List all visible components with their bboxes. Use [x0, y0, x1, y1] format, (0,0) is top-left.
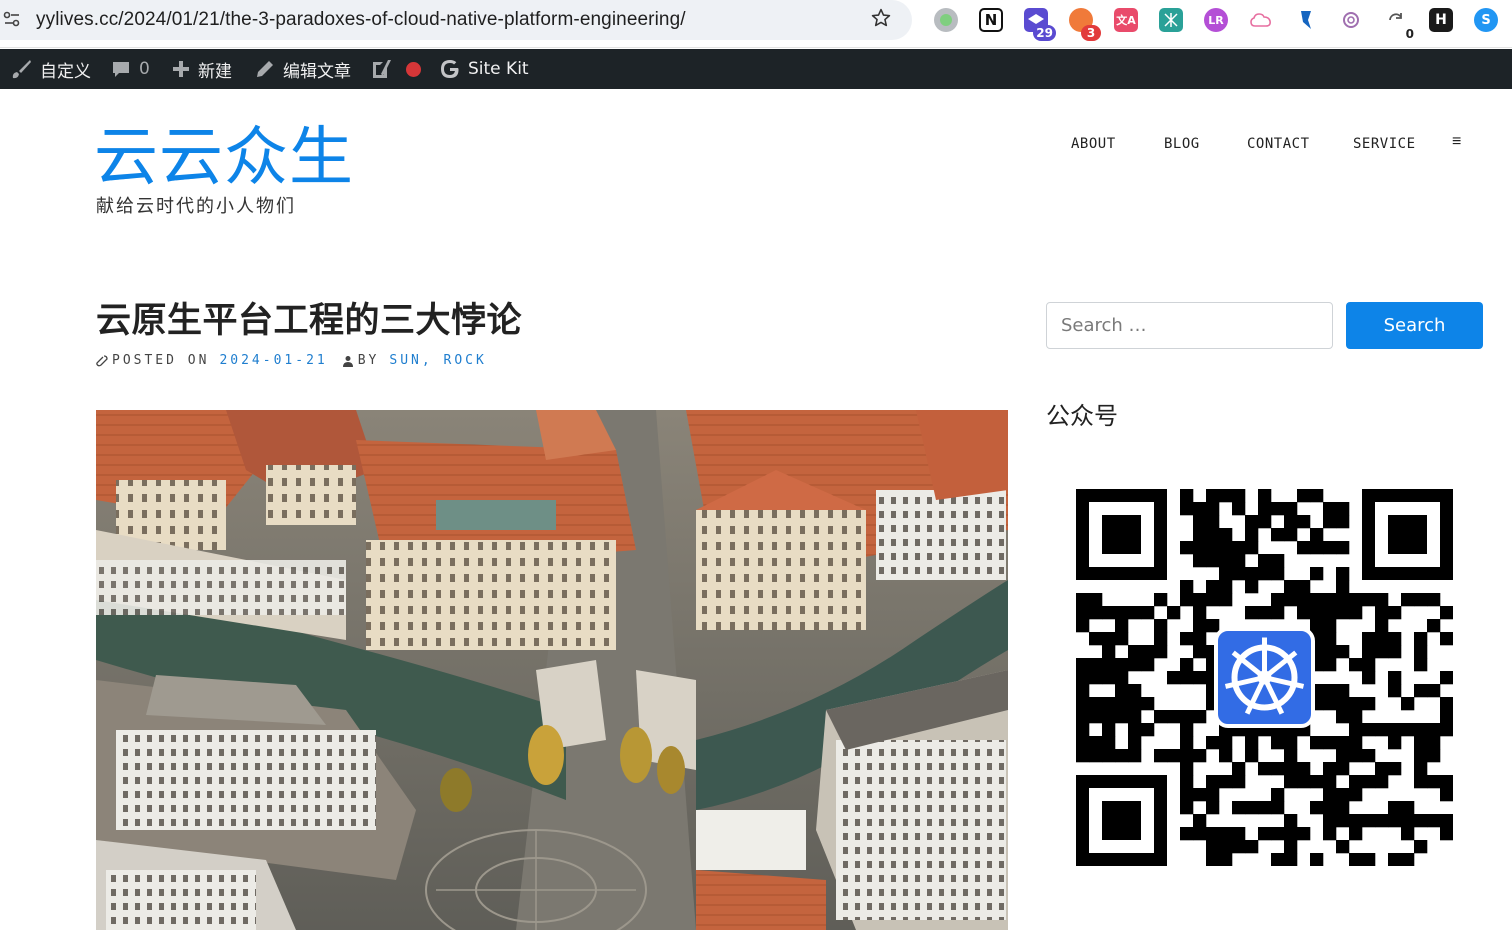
new-label: 新建 [198, 61, 232, 82]
calendar-extension-icon[interactable]: 29 [1024, 8, 1056, 41]
nav-item-about[interactable]: ABOUT [1071, 136, 1116, 152]
new-content-link[interactable]: 新建 [172, 49, 232, 89]
yoast-icon [373, 60, 391, 78]
site-kit-label: Site Kit [468, 59, 529, 79]
nav-item-blog[interactable]: BLOG [1164, 136, 1200, 152]
by-label: BY [357, 353, 380, 368]
comments-link[interactable]: 0 [111, 49, 150, 89]
author-icon [342, 355, 353, 367]
post-meta: POSTED ON 2024-01-21 BY SUN, ROCK [96, 353, 487, 368]
comment-bubble-icon [113, 62, 129, 77]
customize-label: 自定义 [40, 61, 91, 82]
qr-code-image [1076, 489, 1454, 867]
h-extension-icon[interactable]: H [1429, 8, 1453, 32]
comments-count: 0 [139, 59, 150, 79]
translate-extension-icon[interactable]: 文A [1114, 8, 1138, 32]
wechat-widget-title: 公众号 [1046, 402, 1118, 430]
seo-status-dot[interactable] [406, 49, 421, 89]
blue-extension-icon[interactable]: S [1474, 8, 1498, 32]
tabs-extension-icon[interactable]: 3 [1069, 8, 1101, 41]
notion-extension-icon[interactable]: N [979, 8, 1003, 32]
post-authors-link[interactable]: SUN, ROCK [389, 353, 486, 368]
sync-extension-icon[interactable]: 0 [1384, 8, 1414, 41]
plus-icon [173, 61, 189, 77]
menu-toggle-icon[interactable]: ≡ [1452, 133, 1461, 151]
edit-post-link[interactable]: 编辑文章 [255, 49, 351, 89]
google-g-icon [441, 60, 459, 78]
nav-item-service[interactable]: SERVICE [1353, 136, 1416, 152]
url-text[interactable]: yylives.cc/2024/01/21/the-3-paradoxes-of… [36, 9, 686, 31]
cloud-extension-icon[interactable] [1249, 8, 1273, 32]
red-status-icon [406, 61, 421, 77]
paperclip-icon [96, 354, 108, 366]
address-bar[interactable]: yylives.cc/2024/01/21/the-3-paradoxes-of… [0, 0, 912, 40]
nav-item-contact[interactable]: CONTACT [1247, 136, 1310, 152]
site-title[interactable]: 云云众生 [94, 118, 354, 198]
edit-post-label: 编辑文章 [283, 61, 351, 82]
bookmark-extension-icon[interactable] [1294, 8, 1318, 32]
site-kit-link[interactable]: Site Kit [440, 49, 529, 89]
customize-link[interactable]: 自定义 [10, 49, 91, 89]
aerial-city-photo [96, 410, 1008, 930]
posted-on-label: POSTED ON [112, 353, 210, 368]
site-tagline: 献给云时代的小人物们 [96, 196, 296, 217]
wp-admin-bar: 自定义 0 新建 编辑文章 Site Kit [0, 49, 1512, 89]
tabs-badge: 3 [1081, 25, 1101, 41]
openai-extension-icon[interactable] [1339, 8, 1363, 32]
yoast-seo-link[interactable] [370, 49, 392, 89]
chat-extension-icon[interactable]: LR [1204, 8, 1228, 32]
site-info-icon[interactable] [2, 9, 22, 29]
post-title: 云原生平台工程的三大悖论 [96, 301, 523, 341]
search-button[interactable]: Search [1346, 302, 1483, 349]
search-input[interactable] [1046, 302, 1333, 349]
wechat-qr-code [1076, 489, 1454, 867]
circle-extension-icon[interactable] [934, 8, 958, 32]
bookmark-star-icon[interactable] [870, 7, 894, 31]
featured-image [96, 410, 1008, 930]
paintbrush-icon [12, 60, 31, 79]
sync-badge: 0 [1405, 27, 1414, 41]
post-date-link[interactable]: 2024-01-21 [219, 353, 327, 368]
kubernetes-logo-icon [1214, 627, 1315, 728]
pencil-icon [257, 61, 273, 77]
calendar-badge: 29 [1033, 25, 1056, 41]
browser-toolbar: yylives.cc/2024/01/21/the-3-paradoxes-of… [0, 0, 1512, 48]
pattern-extension-icon[interactable] [1159, 8, 1183, 32]
